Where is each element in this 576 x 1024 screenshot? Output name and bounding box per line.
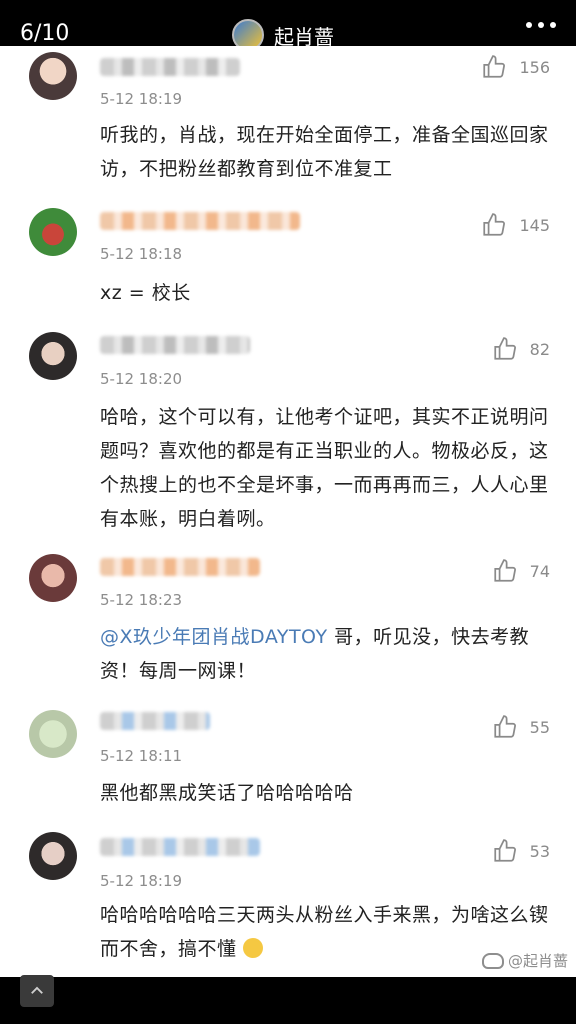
avatar[interactable]: [29, 332, 77, 380]
username-blurred[interactable]: [100, 838, 260, 856]
more-horizontal-icon[interactable]: [526, 22, 556, 28]
like-button[interactable]: 53: [492, 838, 550, 864]
like-count: 55: [529, 717, 550, 737]
thumbs-up-icon: [494, 559, 516, 582]
comment-time: 5-12 18:20: [100, 370, 183, 388]
weibo-watermark: @起肖蔷: [481, 950, 568, 971]
like-count: 53: [529, 841, 550, 861]
thumbs-up-icon: [483, 55, 506, 78]
watermark-text: @起肖蔷: [507, 952, 568, 970]
comment-time: 5-12 18:19: [100, 90, 183, 108]
comment-time: 5-12 18:11: [100, 747, 183, 765]
like-button[interactable]: 156: [481, 54, 550, 80]
username-blurred[interactable]: [100, 212, 300, 230]
weibo-logo-icon: [481, 952, 504, 969]
comment-time: 5-12 18:23: [100, 591, 183, 609]
scroll-to-top-button[interactable]: [20, 975, 54, 1007]
page-counter: 6/10: [20, 21, 70, 46]
like-button[interactable]: 74: [492, 558, 550, 584]
comment-text: 哈哈，这个可以有，让他考个证吧，其实不正说明问题吗？喜欢他的都是有正当职业的人。…: [100, 406, 549, 530]
avatar[interactable]: [29, 52, 77, 100]
like-button[interactable]: 82: [492, 336, 550, 362]
like-count: 145: [519, 215, 550, 235]
comments-screenshot: 156 5-12 18:19 听我的，肖战，现在开始全面停工，准备全国巡回家访，…: [0, 46, 576, 977]
user-mention-link[interactable]: @X玖少年团肖战DAYTOY: [100, 626, 328, 648]
like-button[interactable]: 55: [492, 714, 550, 740]
comment-text: @X玖少年团肖战DAYTOY 哥，听见没，快去考教资！每周一网课！: [100, 620, 560, 688]
comment-text: xz = 校长: [100, 282, 191, 304]
thumbs-up-icon: [483, 213, 506, 236]
comment-time: 5-12 18:18: [100, 245, 183, 263]
username-blurred[interactable]: [100, 712, 210, 730]
comment-time: 5-12 18:19: [100, 872, 183, 890]
username-blurred[interactable]: [100, 58, 240, 76]
avatar[interactable]: [29, 554, 77, 602]
comment-text: 听我的，肖战，现在开始全面停工，准备全国巡回家访，不把粉丝都教育到位不准复工: [100, 124, 549, 180]
avatar[interactable]: [29, 208, 77, 256]
bottom-bar: [0, 975, 576, 1024]
thumbs-up-icon: [494, 337, 516, 360]
top-bar: 6/10 起肖蔷: [0, 0, 576, 51]
thumbs-up-icon: [494, 715, 516, 738]
like-count: 74: [529, 561, 550, 581]
thumbs-up-icon: [494, 839, 516, 862]
emoji-icon: [243, 938, 264, 958]
username-blurred[interactable]: [100, 336, 250, 354]
comment-text: 黑他都黑成笑话了哈哈哈哈哈: [100, 782, 354, 804]
like-count: 156: [519, 57, 550, 77]
avatar[interactable]: [29, 832, 77, 880]
like-button[interactable]: 145: [481, 212, 550, 238]
like-count: 82: [529, 339, 550, 359]
username-blurred[interactable]: [100, 558, 260, 576]
avatar[interactable]: [29, 710, 77, 758]
chevron-up-icon: [31, 986, 43, 994]
